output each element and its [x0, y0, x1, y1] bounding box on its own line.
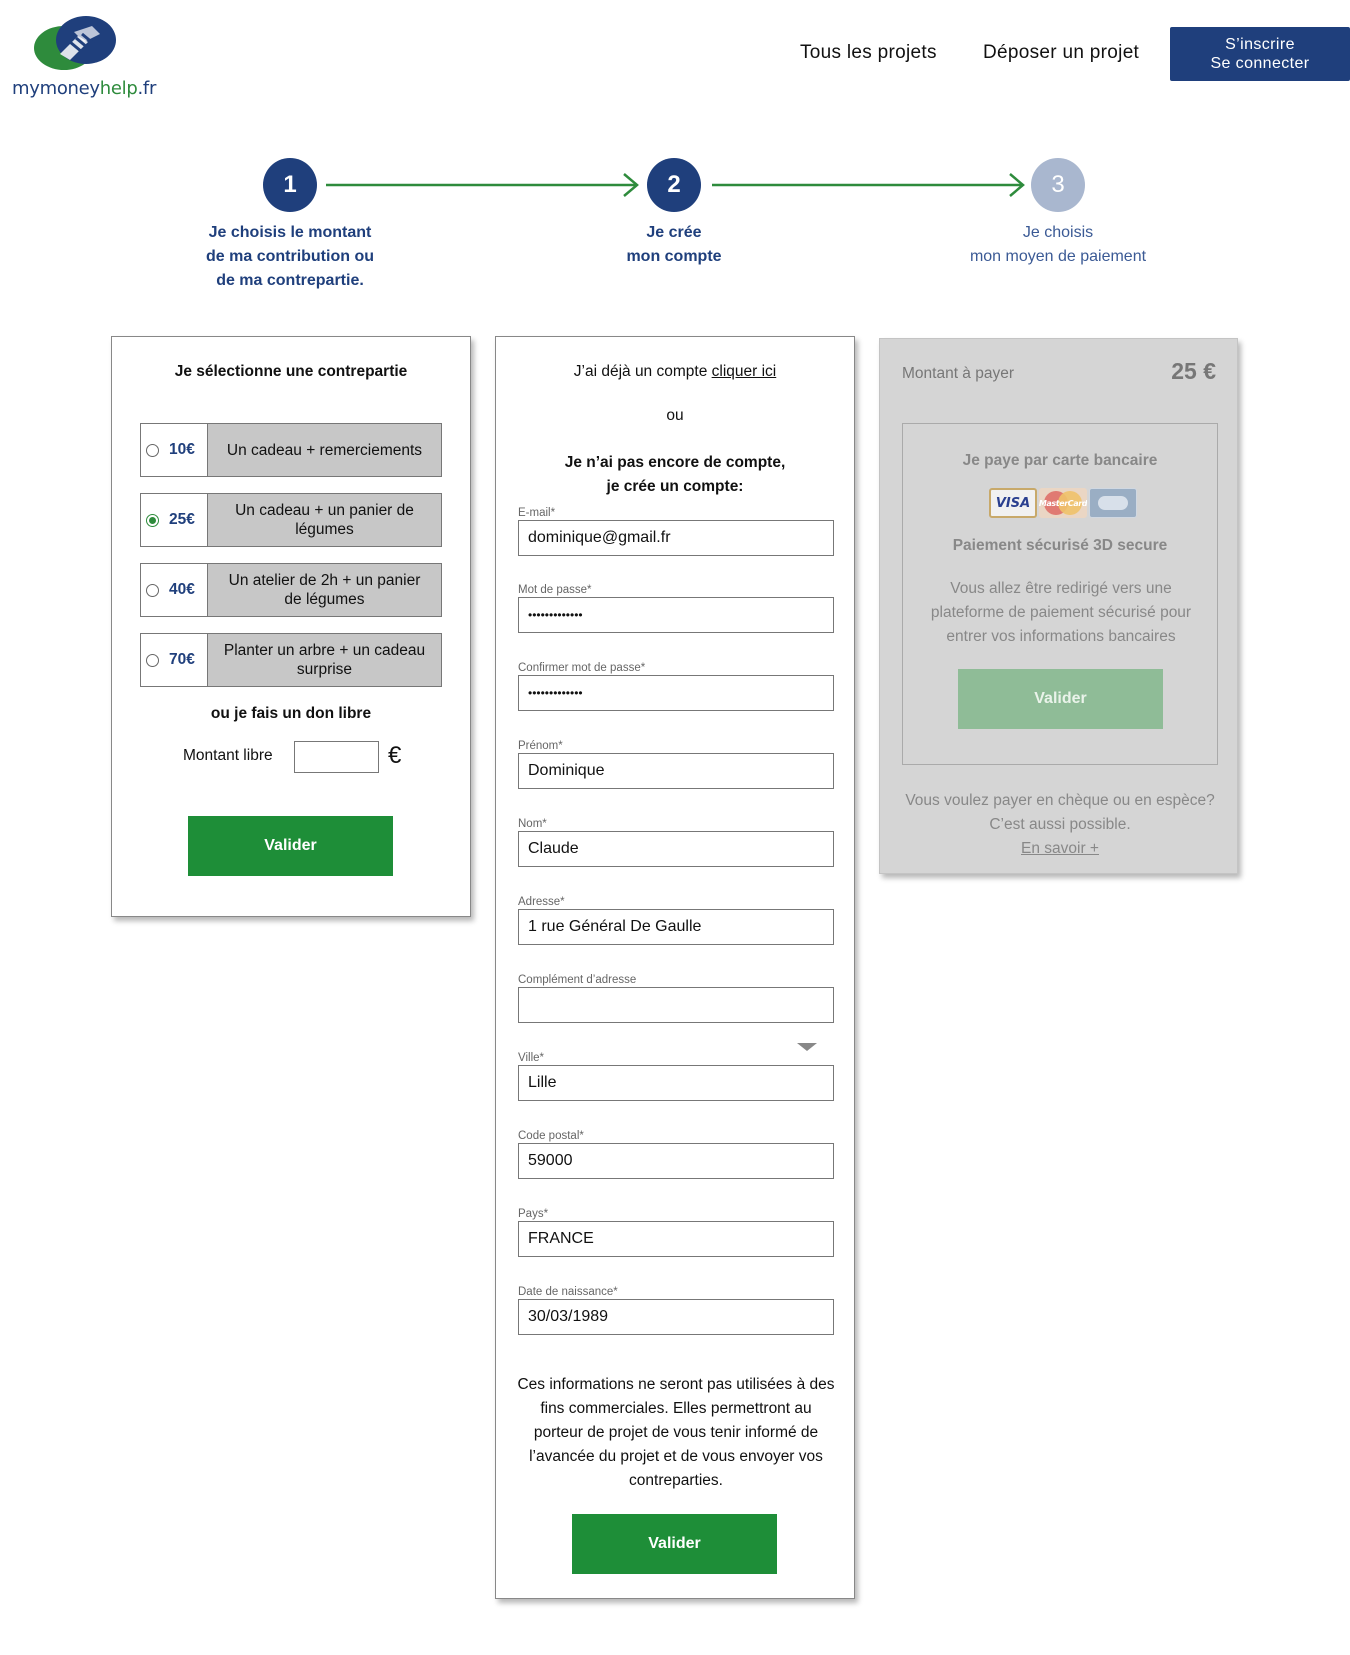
password-label: Mot de passe*	[518, 584, 592, 596]
payment-valider-button[interactable]: Valider	[958, 669, 1163, 729]
radio-25[interactable]	[146, 513, 159, 527]
handshake-logo-icon	[34, 16, 116, 70]
logo-text: mymoneyhelp.fr	[12, 78, 157, 99]
ville-label: Ville*	[518, 1052, 544, 1064]
visa-icon: VISA	[989, 488, 1037, 518]
contrepartie-card: Je sélectionne une contrepartie 10€ Un c…	[111, 336, 471, 917]
step-2-label: Je crée mon compte	[626, 224, 722, 265]
option-10[interactable]: 10€ Un cadeau + remerciements	[140, 423, 442, 477]
confirm-password-field[interactable]: •••••••••••••	[518, 675, 834, 711]
prenom-field[interactable]: Dominique	[518, 753, 834, 789]
mastercard-icon: MasterCard	[1039, 488, 1087, 518]
complement-field[interactable]	[518, 987, 834, 1023]
step-3-circle: 3	[1031, 158, 1085, 212]
step-arrow-1	[326, 173, 639, 197]
contrepartie-valider-button[interactable]: Valider	[188, 816, 393, 876]
login-label: Se connecter	[1210, 55, 1310, 72]
code-postal-field[interactable]: 59000	[518, 1143, 834, 1179]
card-payment-box: Je paye par carte bancaire VISA MasterCa…	[902, 423, 1218, 765]
montant-a-payer-label: Montant à payer	[902, 365, 1015, 382]
already-account-text: J’ai déjà un compte cliquer ici	[573, 363, 777, 380]
privacy-note: Ces informations ne seront pas utilisées…	[517, 1376, 835, 1489]
code-postal-label: Code postal*	[518, 1130, 584, 1142]
nom-label: Nom*	[518, 818, 547, 830]
nom-field[interactable]: Claude	[518, 831, 834, 867]
redirect-text: Vous allez être redirigé vers une platef…	[930, 580, 1192, 645]
euro-sign: €	[388, 742, 402, 769]
logo[interactable]: mymoneyhelp.fr	[12, 12, 156, 102]
adresse-field[interactable]: 1 rue Général De Gaulle	[518, 909, 834, 945]
confirm-password-label: Confirmer mot de passe*	[518, 662, 646, 674]
step-1-label: Je choisis le montant de ma contribution …	[206, 224, 374, 289]
card-logos: VISA MasterCard	[989, 488, 1137, 518]
complement-label: Complément d’adresse	[518, 974, 637, 986]
nav-deposer-un-projet[interactable]: Déposer un projet	[983, 42, 1139, 64]
option-40[interactable]: 40€ Un atelier de 2h + un panier de légu…	[140, 563, 442, 617]
step-arrow-2	[712, 173, 1025, 197]
step-3-label: Je choisis mon moyen de paiement	[969, 224, 1147, 265]
chevron-down-icon[interactable]	[797, 1043, 817, 1051]
signup-login-button[interactable]: S’inscrire Se connecter	[1170, 27, 1350, 81]
secure-payment-text: Paiement sécurisé 3D secure	[952, 537, 1168, 554]
don-libre-heading: ou je fais un don libre	[210, 705, 372, 722]
account-card: J’ai déjà un compte cliquer ici ou Je n’…	[495, 336, 855, 1599]
ou-separator: ou	[666, 407, 684, 424]
email-label: E-mail*	[518, 507, 556, 519]
option-70[interactable]: 70€ Planter un arbre + un cadeau surpris…	[140, 633, 442, 687]
montant-a-payer-value: 25 €	[1171, 358, 1216, 384]
date-naissance-label: Date de naissance*	[518, 1286, 618, 1298]
payment-card: Montant à payer 25 € Je paye par carte b…	[879, 338, 1238, 874]
account-valider-button[interactable]: Valider	[572, 1514, 777, 1574]
nav-tous-les-projets[interactable]: Tous les projets	[800, 42, 937, 64]
adresse-label: Adresse*	[518, 896, 565, 908]
prenom-label: Prénom*	[518, 740, 563, 752]
cliquer-ici-link[interactable]: cliquer ici	[712, 363, 777, 380]
radio-70[interactable]	[146, 653, 159, 667]
radio-10[interactable]	[146, 443, 159, 457]
pays-label: Pays*	[518, 1208, 549, 1220]
montant-libre-label: Montant libre	[183, 747, 273, 764]
date-naissance-field[interactable]: 30/03/1989	[518, 1299, 834, 1335]
card-payment-title: Je paye par carte bancaire	[962, 452, 1158, 469]
radio-40[interactable]	[146, 583, 159, 597]
step-1-circle: 1	[263, 158, 317, 212]
option-25[interactable]: 25€ Un cadeau + un panier de légumes	[140, 493, 442, 547]
ville-field[interactable]: Lille	[518, 1065, 834, 1101]
cheque-text: Vous voulez payer en chèque ou en espèce…	[900, 789, 1220, 861]
signup-label: S’inscrire	[1225, 36, 1295, 53]
pays-field[interactable]: FRANCE	[518, 1221, 834, 1257]
email-field[interactable]: dominique@gmail.fr	[518, 520, 834, 556]
montant-libre-input[interactable]	[294, 741, 379, 773]
step-2-circle: 2	[647, 158, 701, 212]
en-savoir-plus-link[interactable]: En savoir +	[900, 837, 1220, 861]
password-field[interactable]: •••••••••••••	[518, 597, 834, 633]
contrepartie-title: Je sélectionne une contrepartie	[174, 363, 408, 380]
create-account-heading: Je n’ai pas encore de compte, je crée un …	[564, 454, 786, 495]
carte-bleue-icon	[1089, 488, 1137, 518]
